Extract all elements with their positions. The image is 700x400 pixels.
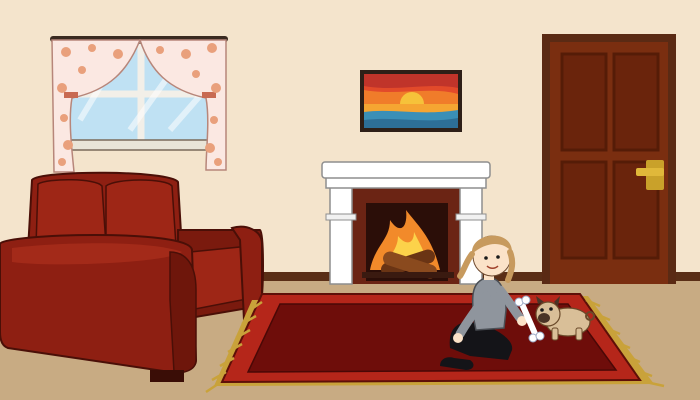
- living-room-scene: [0, 0, 700, 400]
- red-rug-icon[interactable]: [205, 293, 665, 394]
- sunset-painting-icon[interactable]: [360, 70, 462, 132]
- wooden-door-icon[interactable]: [542, 34, 676, 284]
